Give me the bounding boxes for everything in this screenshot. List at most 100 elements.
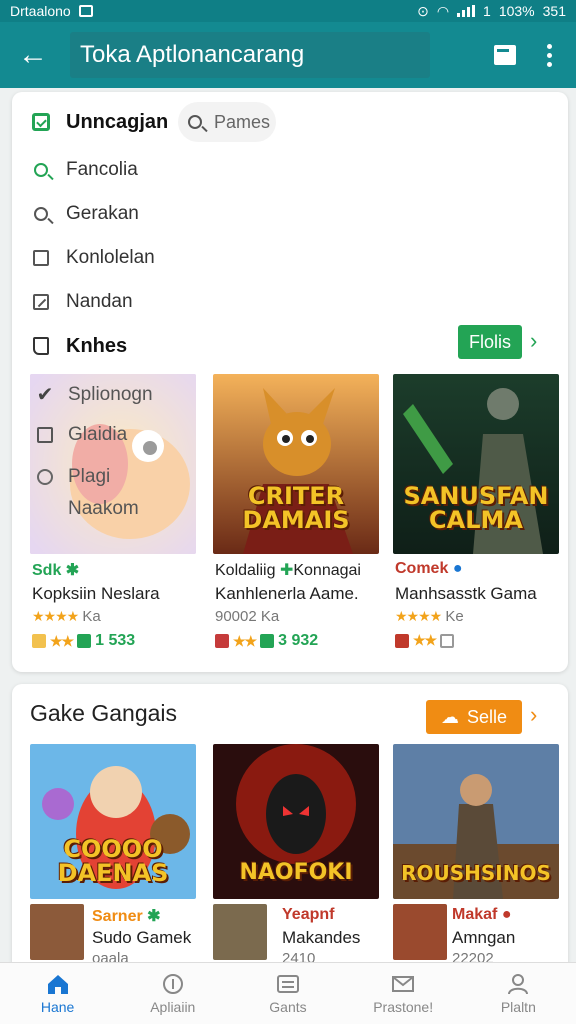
search-icon bbox=[34, 207, 48, 221]
overlay-item[interactable]: Naakom bbox=[68, 498, 139, 520]
search-input[interactable]: Pames bbox=[178, 102, 276, 142]
square-icon bbox=[37, 427, 53, 443]
chevron-right-icon[interactable]: › bbox=[530, 328, 537, 354]
game-icon[interactable] bbox=[213, 904, 267, 960]
game-name: Amngan bbox=[452, 928, 516, 947]
carrier-label: Drtaalono bbox=[10, 3, 71, 19]
game-tag: Makaf ● bbox=[452, 906, 512, 923]
search-placeholder: Pames bbox=[214, 111, 271, 132]
game-name: Makandes bbox=[282, 928, 361, 947]
game-art-title: ROUSHSINOS bbox=[401, 861, 551, 885]
section-title: Gake Gangais bbox=[30, 700, 178, 726]
home-icon bbox=[46, 973, 70, 995]
status-extra: 1 bbox=[483, 3, 491, 19]
badge-icon bbox=[215, 634, 229, 648]
battery-level: 103% bbox=[498, 3, 535, 19]
action-button[interactable]: Flolis bbox=[458, 325, 522, 359]
menu-item-4[interactable]: Nandan bbox=[30, 282, 133, 322]
menu-item-label: Fancolia bbox=[66, 159, 138, 180]
game-thumbnail[interactable]: CRITER DAMAIS bbox=[213, 374, 379, 554]
game-rating: ★★ 3 932 bbox=[215, 632, 318, 650]
nav-label: Hane bbox=[40, 998, 75, 1015]
app-bar-title: Toka Aptlonancarang bbox=[70, 32, 430, 78]
game-thumbnail[interactable]: NAOFOKI bbox=[213, 744, 379, 899]
search-icon bbox=[188, 115, 202, 129]
back-arrow-icon[interactable]: ← bbox=[0, 22, 66, 88]
game-art-title: SANUSFAN CALMA bbox=[403, 482, 549, 534]
nav-label: Gants bbox=[269, 998, 307, 1015]
menu-item-label: Konlolelan bbox=[66, 247, 155, 268]
menu-item-label: Unncagjan bbox=[66, 110, 169, 133]
game-tag: Comek ● bbox=[395, 560, 463, 577]
game-thumbnail[interactable]: ROUSHSINOS bbox=[393, 744, 559, 899]
wifi-icon: ◠ bbox=[436, 2, 450, 19]
game-icon[interactable] bbox=[30, 904, 84, 960]
game-rating: ★★ bbox=[395, 632, 458, 649]
nav-label: Apliaiin bbox=[150, 998, 196, 1015]
game-thumbnail[interactable]: SANUSFAN CALMA bbox=[393, 374, 559, 554]
game-art-title: COOOO DAENAS bbox=[57, 835, 169, 887]
overlay-item[interactable]: Plagi bbox=[34, 466, 110, 488]
dropdown-overlay: ✔ Splionogn Glaidia Plagi Naakom bbox=[30, 374, 196, 554]
download-icon bbox=[77, 634, 92, 648]
signal-icon bbox=[457, 5, 476, 17]
menu-item-label: Gerakan bbox=[66, 203, 139, 224]
star-rating-icon: ★★★★ bbox=[32, 608, 79, 624]
alarm-icon: ⊙ bbox=[417, 2, 429, 19]
badge-icon bbox=[32, 634, 46, 648]
box-icon bbox=[440, 633, 455, 648]
menu-item-5[interactable]: Knhes bbox=[30, 326, 127, 366]
nav-games[interactable]: Gants bbox=[230, 963, 345, 1024]
list-icon bbox=[276, 973, 300, 995]
person-icon bbox=[506, 973, 530, 995]
game-thumbnail[interactable]: COOOO DAENAS bbox=[30, 744, 196, 899]
nav-apps[interactable]: Apliaiin bbox=[115, 963, 230, 1024]
game-tag: Koldaliig ✚Konnagai bbox=[215, 562, 361, 579]
nav-home[interactable]: Hane bbox=[0, 963, 115, 1024]
game-icon[interactable] bbox=[393, 904, 447, 960]
menu-item-3[interactable]: Konlolelan bbox=[30, 238, 155, 278]
game-section-card: Gake Gangais ☁ Selle › COOOO DAENAS NAOFO… bbox=[12, 684, 568, 974]
section-button[interactable]: ☁ Selle bbox=[426, 700, 522, 734]
nav-promotions[interactable]: Prastone! bbox=[346, 963, 461, 1024]
clock: 351 bbox=[542, 3, 566, 19]
square-icon bbox=[33, 250, 49, 266]
game-name: Kanhlenerla Aame. bbox=[215, 584, 359, 603]
search-icon bbox=[34, 163, 48, 177]
more-options-icon[interactable] bbox=[546, 43, 552, 67]
circle-icon bbox=[37, 469, 53, 485]
menu-item-label: Nandan bbox=[66, 291, 133, 312]
game-thumbnail[interactable]: ✔ Splionogn Glaidia Plagi Naakom bbox=[30, 374, 196, 554]
game-meta: ★★★★ Ka bbox=[32, 608, 101, 625]
menu-item-label: Knhes bbox=[66, 334, 128, 357]
notification-icon bbox=[78, 5, 93, 17]
status-bar: Drtaalono ⊙ ◠ 1 103% 351 bbox=[0, 0, 576, 22]
menu-item-2[interactable]: Gerakan bbox=[30, 194, 139, 234]
nav-profile[interactable]: Plaltn bbox=[461, 963, 576, 1024]
check-square-icon bbox=[32, 113, 50, 131]
overlay-item[interactable]: ✔ Splionogn bbox=[34, 382, 153, 407]
game-meta: ★★★★ Ke bbox=[395, 608, 464, 625]
game-tag: Yeapnf bbox=[282, 906, 335, 923]
game-name: Sudo Gamek bbox=[92, 928, 192, 947]
game-tag: Sarner ✱ bbox=[92, 908, 161, 925]
game-rating: ★★ 1 533 bbox=[32, 632, 135, 650]
game-art-title: CRITER DAMAIS bbox=[242, 482, 350, 534]
save-icon[interactable] bbox=[494, 45, 516, 65]
game-art-title: NAOFOKI bbox=[239, 860, 353, 885]
chevron-right-icon[interactable]: › bbox=[530, 702, 537, 728]
menu-item-1[interactable]: Fancolia bbox=[30, 150, 138, 190]
mail-icon bbox=[391, 973, 415, 995]
nav-label: Prastone! bbox=[373, 998, 434, 1015]
download-icon bbox=[260, 634, 275, 648]
check-icon: ✔ bbox=[36, 384, 54, 406]
book-icon bbox=[33, 337, 49, 355]
overlay-item[interactable]: Glaidia bbox=[34, 424, 127, 446]
game-meta: 90002 Ka bbox=[215, 608, 280, 625]
menu-item-0[interactable]: Unncagjan bbox=[30, 102, 168, 142]
app-bar: ← Toka Aptlonancarang bbox=[0, 22, 576, 88]
bottom-nav: Hane Apliaiin Gants Prastone! Plaltn bbox=[0, 962, 576, 1024]
menu-card: Unncagjan Pames Fancolia Gerakan Konlole… bbox=[12, 92, 568, 672]
nav-label: Plaltn bbox=[500, 998, 536, 1015]
game-name: Manhsasstk Gama bbox=[395, 584, 537, 603]
